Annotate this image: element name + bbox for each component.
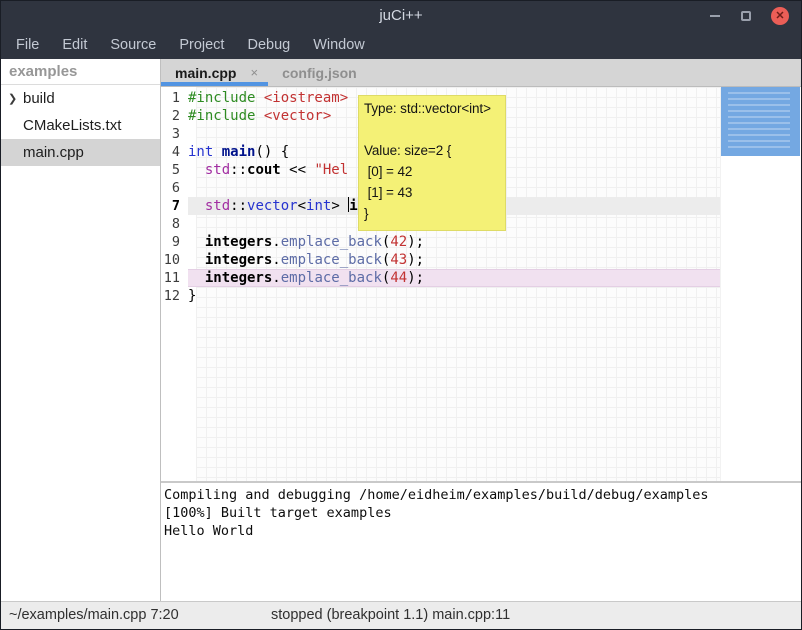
window-title: juCi++	[379, 7, 422, 24]
code-line: 11 integers.emplace_back(44);	[161, 269, 720, 287]
tab-config.json[interactable]: config.json	[268, 59, 367, 86]
output-console[interactable]: Compiling and debugging /home/eidheim/ex…	[161, 481, 801, 603]
tab-main.cpp[interactable]: main.cpp ×	[161, 59, 268, 86]
code-editor[interactable]: 1#include <iostream>2#include <vector>34…	[161, 87, 801, 481]
menu-item-file[interactable]: File	[12, 34, 43, 56]
line-number[interactable]: 11	[161, 269, 188, 287]
line-number[interactable]: 6	[161, 179, 188, 197]
menu-bar: File Edit Source Project Debug Window	[1, 30, 801, 59]
file-tree: ❯build CMakeLists.txt main.cpp	[1, 85, 160, 166]
code-line: 9 integers.emplace_back(42);	[161, 233, 720, 251]
line-number[interactable]: 9	[161, 233, 188, 251]
project-name-header: examples	[1, 59, 160, 85]
line-number[interactable]: 5	[161, 161, 188, 179]
tree-item-label: main.cpp	[23, 144, 84, 161]
tree-item-cmakelists.txt[interactable]: CMakeLists.txt	[1, 112, 160, 139]
status-bar: ~/examples/main.cpp 7:20 stopped (breakp…	[1, 601, 801, 629]
close-tab-icon[interactable]: ×	[250, 65, 258, 80]
tooltip-line: }	[364, 203, 500, 224]
line-content[interactable]: integers.emplace_back(42);	[188, 233, 720, 251]
file-tree-panel: examples ❯build CMakeLists.txt main.cpp	[1, 59, 161, 601]
tree-item-build[interactable]: ❯build	[1, 85, 160, 112]
tooltip-line: [1] = 43	[364, 182, 500, 203]
line-number[interactable]: 2	[161, 107, 188, 125]
chevron-right-icon[interactable]: ❯	[8, 92, 22, 105]
tooltip-line: Type: std::vector<int>	[364, 98, 500, 119]
app-window: juCi++ ✕ File Edit Source Project Debug Windo…	[0, 0, 802, 630]
tooltip-line: [0] = 42	[364, 161, 500, 182]
minimap[interactable]	[720, 87, 801, 481]
status-debug-state: stopped (breakpoint 1.1) main.cpp:11	[271, 607, 510, 623]
line-content[interactable]: integers.emplace_back(44);	[188, 269, 720, 287]
tooltip-line	[364, 119, 500, 140]
restore-icon[interactable]	[741, 11, 751, 21]
line-content[interactable]: integers.emplace_back(43);	[188, 251, 720, 269]
tree-item-label: CMakeLists.txt	[23, 117, 121, 134]
minimize-icon[interactable]	[709, 10, 721, 22]
output-line: [100%] Built target examples	[164, 504, 801, 522]
code-line: 12}	[161, 287, 720, 305]
line-number[interactable]: 12	[161, 287, 188, 305]
menu-item-window[interactable]: Window	[309, 34, 369, 56]
window-controls: ✕	[709, 1, 789, 30]
main-body: examples ❯build CMakeLists.txt main.cpp ma…	[1, 59, 801, 601]
menu-item-source[interactable]: Source	[106, 34, 160, 56]
tooltip-line: Value: size=2 {	[364, 140, 500, 161]
minimap-code-lines	[728, 92, 790, 148]
debug-value-tooltip: Type: std::vector<int>Value: size=2 { [0…	[358, 95, 506, 231]
line-number[interactable]: 8	[161, 215, 188, 233]
line-number[interactable]: 10	[161, 251, 188, 269]
title-bar[interactable]: juCi++ ✕	[1, 1, 801, 30]
code-line: 10 integers.emplace_back(43);	[161, 251, 720, 269]
minimap-viewport[interactable]	[721, 87, 800, 156]
tab-bar: main.cpp × config.json	[161, 59, 801, 87]
status-file-position: ~/examples/main.cpp 7:20	[9, 607, 179, 623]
line-content[interactable]: }	[188, 287, 720, 305]
tab-label: main.cpp	[175, 65, 236, 81]
line-number[interactable]: 1	[161, 89, 188, 107]
output-line: Compiling and debugging /home/eidheim/ex…	[164, 486, 801, 504]
line-number[interactable]: 4	[161, 143, 188, 161]
line-number[interactable]: 7	[161, 197, 188, 215]
close-icon[interactable]: ✕	[771, 7, 789, 25]
tree-item-main.cpp[interactable]: main.cpp	[1, 139, 160, 166]
menu-item-debug[interactable]: Debug	[243, 34, 294, 56]
tab-label: config.json	[282, 65, 357, 81]
editor-pane: main.cpp × config.json 1#include <iostream…	[161, 59, 801, 601]
tree-item-label: build	[23, 90, 55, 107]
menu-item-edit[interactable]: Edit	[58, 34, 91, 56]
menu-item-project[interactable]: Project	[175, 34, 228, 56]
line-number[interactable]: 3	[161, 125, 188, 143]
output-line: Hello World	[164, 522, 801, 540]
